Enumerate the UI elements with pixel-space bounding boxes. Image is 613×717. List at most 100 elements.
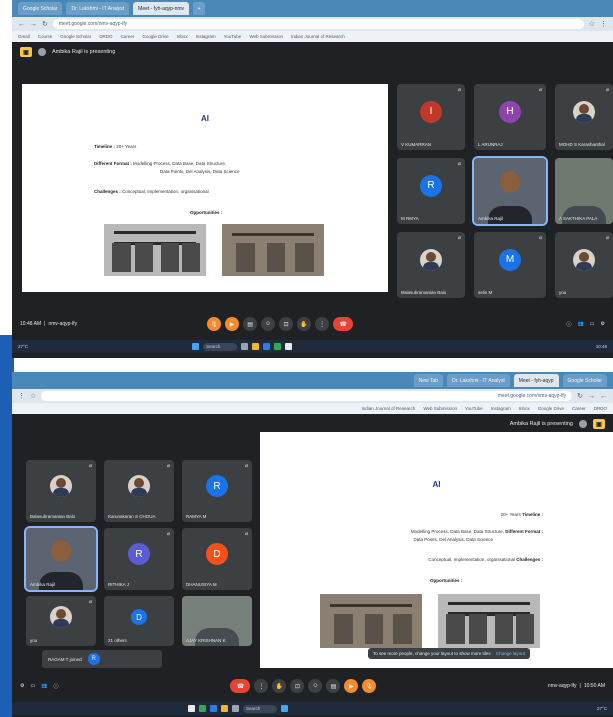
start-icon[interactable] [281, 705, 288, 712]
participant-tile-speaking[interactable]: Ambika Rajil [24, 526, 98, 592]
browser-tab[interactable]: Google Scholar [18, 2, 63, 15]
file-explorer-icon[interactable] [252, 343, 260, 350]
participant-tile[interactable]: ⌀ Balasubramanian Balu [26, 460, 96, 522]
captions-button[interactable]: ▤ [326, 679, 341, 693]
participant-tile[interactable]: ⌀ R M RMYA [397, 158, 465, 224]
bookmark[interactable]: Indian Journal of Research [291, 34, 345, 39]
menu-icon[interactable]: ⋮ [18, 392, 25, 400]
emoji-button[interactable]: ☺ [261, 317, 276, 331]
info-icon[interactable]: ⓘ [53, 683, 58, 690]
participant-tile-others[interactable]: D 21 others [104, 596, 174, 646]
bookmark[interactable]: Career [121, 34, 135, 39]
bookmark[interactable]: Course [38, 34, 53, 39]
people-icon[interactable]: 👥 [578, 321, 584, 328]
bookmark[interactable]: DRDO [99, 34, 112, 39]
chat-icon[interactable]: ▭ [590, 321, 595, 328]
participant-tile[interactable]: ⌀ Balasubramanian Balu [397, 232, 465, 298]
emoji-button[interactable]: ☺ [308, 679, 323, 693]
browser-tab-active[interactable]: Meet - fyh-aqyp-nmv [133, 2, 190, 15]
bookmark[interactable]: Gmail [18, 34, 30, 39]
bookmark[interactable]: YouTube [224, 34, 242, 39]
activities-icon[interactable]: ⚙ [20, 683, 24, 690]
participant-tile-self[interactable]: ⌀ you [555, 232, 613, 298]
task-view-icon[interactable] [232, 705, 239, 712]
menu-icon[interactable]: ⋮ [600, 20, 607, 28]
bookmark[interactable]: Inbox [519, 406, 530, 411]
forward-icon[interactable]: → [30, 21, 37, 28]
mic-button[interactable]: 🎙 [362, 679, 377, 693]
edge-icon[interactable] [263, 343, 271, 350]
activities-icon[interactable]: ⚙ [601, 321, 605, 328]
chrome-icon[interactable] [274, 343, 282, 350]
bookmark[interactable]: Instagram [491, 406, 511, 411]
participant-tile[interactable]: ⌀ H L ARUNRAJ [474, 84, 546, 150]
url-field[interactable]: meet.google.com/nmv-aqyp-lfy [52, 19, 584, 29]
browser-tab[interactable]: New Tab [413, 374, 444, 387]
participant-tile[interactable]: ⌀ R RAMYA M [182, 460, 252, 522]
bookmark[interactable]: Inbox [177, 34, 188, 39]
bookmark[interactable]: Instagram [196, 34, 216, 39]
participant-tile[interactable]: AJAY KRISHNAN K [182, 596, 252, 646]
bookmark[interactable]: Google Drive [142, 34, 168, 39]
leave-call-button[interactable]: ☎ [230, 679, 251, 693]
file-explorer-icon[interactable] [221, 705, 228, 712]
store-icon[interactable] [285, 343, 293, 350]
reload-icon[interactable]: ↻ [42, 20, 48, 28]
bookmark[interactable]: Google Drive [538, 406, 564, 411]
chat-icon[interactable]: ▭ [30, 683, 35, 690]
back-icon[interactable]: ← [18, 21, 25, 28]
slide-photo-archive [438, 594, 540, 648]
leave-call-button[interactable]: ☎ [333, 317, 354, 331]
bookmark[interactable]: Indian Journal of Research [362, 406, 416, 411]
mic-button[interactable]: 🎙 [207, 317, 222, 331]
start-icon[interactable] [192, 343, 200, 350]
bookmark[interactable]: Career [572, 406, 586, 411]
change-layout-button[interactable]: Change layout [496, 651, 525, 656]
participant-tile[interactable]: ⌀ R RITHIKA J [104, 528, 174, 590]
back-icon[interactable]: ← [600, 393, 607, 400]
taskbar-search[interactable]: Search [203, 342, 238, 351]
info-icon[interactable]: ⓘ [567, 321, 572, 328]
raise-hand-button[interactable]: ✋ [297, 317, 312, 331]
captions-button[interactable]: ▤ [243, 317, 258, 331]
participant-tile[interactable]: ⌀ D DHANUSIYA M [182, 528, 252, 590]
camera-button[interactable]: ▶ [344, 679, 359, 693]
browser-tab-active[interactable]: Meet - fyh-aqyp [513, 374, 559, 387]
participant-tile[interactable]: A SAKTHIKA PALA [555, 158, 613, 224]
participant-tile[interactable]: ⌀ I V KUMARRAN [397, 84, 465, 150]
reload-icon[interactable]: ↻ [577, 392, 583, 400]
bookmark[interactable]: Google Scholar [60, 34, 91, 39]
star-icon[interactable]: ☆ [589, 20, 595, 28]
participant-tile[interactable]: ⌀ Karunakaran S CHOUA [104, 460, 174, 522]
url-field[interactable]: meet.google.com/nmv-aqyp-lfy [41, 391, 573, 401]
browser-tab[interactable]: Google Scholar [562, 374, 607, 387]
bookmark[interactable]: DRDO [594, 406, 607, 411]
bookmark[interactable]: Web Submission [249, 34, 283, 39]
browser-tab[interactable]: Dr. Lakshmi - IT Analyst [66, 2, 130, 15]
weather-widget[interactable]: 27°C [18, 344, 28, 349]
bookmark[interactable]: Web Submission [423, 406, 457, 411]
browser-tab[interactable]: Dr. Lakshmi - IT Analyst [447, 374, 510, 387]
bookmark[interactable]: YouTube [465, 406, 483, 411]
participant-tile-speaking[interactable]: Ambika Rajil [472, 156, 548, 226]
taskbar-search[interactable]: Search [243, 704, 277, 713]
weather-widget[interactable]: 27°C [597, 706, 607, 711]
star-icon[interactable]: ☆ [30, 392, 36, 400]
chrome-icon[interactable] [199, 705, 206, 712]
raise-hand-button[interactable]: ✋ [272, 679, 287, 693]
participant-tile[interactable]: ⌀ MOHD S Karashanthal [555, 84, 613, 150]
forward-icon[interactable]: → [588, 393, 595, 400]
task-view-icon[interactable] [241, 343, 249, 350]
people-icon[interactable]: 👥 [41, 683, 47, 690]
participant-tile-self[interactable]: ⌀ you [26, 596, 96, 646]
slide-challenges: Challenges : Conceptual, Implementation,… [94, 189, 209, 194]
store-icon[interactable] [188, 705, 195, 712]
present-button[interactable]: ⊡ [279, 317, 294, 331]
edge-icon[interactable] [210, 705, 217, 712]
new-tab-button[interactable]: + [193, 2, 206, 15]
present-button[interactable]: ⊡ [290, 679, 305, 693]
camera-button[interactable]: ▶ [225, 317, 240, 331]
participant-tile[interactable]: ⌀ M selin M [474, 232, 546, 298]
more-options-button[interactable]: ⋮ [315, 317, 330, 331]
more-options-button[interactable]: ⋮ [254, 679, 269, 693]
